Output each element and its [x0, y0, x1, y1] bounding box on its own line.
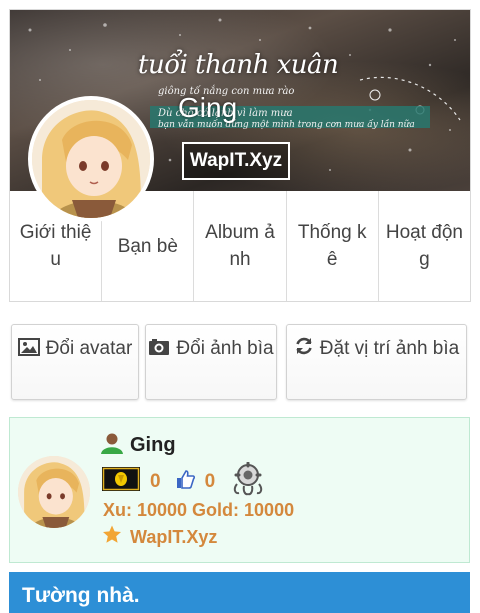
cover-caption-title: tuổi thanh xuân — [138, 50, 339, 80]
user-avatar-small[interactable] — [18, 456, 90, 528]
set-cover-position-button[interactable]: Đặt vị trí ảnh bìa — [286, 324, 467, 400]
refresh-icon — [294, 336, 314, 364]
thumbs-up-icon[interactable] — [175, 469, 195, 494]
camera-icon — [148, 337, 170, 364]
change-cover-button[interactable]: Đổi ảnh bìa — [145, 324, 277, 400]
profile-actions: Đổi avatar Đổi ảnh bìa Đặt vị trí ảnh bì… — [11, 324, 468, 402]
user-stats-row: 0 0 — [102, 461, 267, 501]
username[interactable]: Ging — [130, 434, 176, 457]
profile-card: tuổi thanh xuân giông tố nắng con mưa rà… — [9, 9, 471, 302]
likes-count: 0 — [204, 470, 216, 492]
change-avatar-label: Đổi avatar — [45, 338, 133, 359]
posts-count: 0 — [150, 470, 161, 492]
change-avatar-button[interactable]: Đổi avatar — [11, 324, 139, 400]
user-name-row: Ging — [100, 432, 176, 459]
wall-section-header: Tường nhà. — [9, 572, 470, 613]
avatar-illustration — [18, 456, 90, 528]
profile-display-name: Ging — [178, 92, 238, 123]
site-badge: WapIT.Xyz — [182, 142, 290, 180]
user-icon — [100, 432, 124, 459]
image-icon — [17, 337, 40, 364]
gear-icon[interactable] — [229, 461, 267, 501]
user-info-box: Ging 0 0 Xu: 10000 Gold: 10000 WapIT.Xyz — [9, 417, 470, 563]
user-site-link[interactable]: WapIT.Xyz — [130, 527, 217, 548]
currency-balance: Xu: 10000 Gold: 10000 — [103, 500, 295, 520]
tab-activity[interactable]: Hoạt động — [379, 191, 470, 301]
change-cover-label: Đổi ảnh bìa — [176, 338, 274, 359]
set-cover-position-label: Đặt vị trí ảnh bìa — [319, 338, 460, 359]
profile-avatar[interactable] — [28, 96, 154, 222]
tab-statistics[interactable]: Thống kê — [287, 191, 379, 301]
medal-icon — [102, 467, 140, 496]
tab-album[interactable]: Album ảnh — [194, 191, 287, 301]
user-site-row: WapIT.Xyz — [102, 525, 217, 549]
avatar-illustration — [32, 100, 150, 218]
star-icon — [102, 525, 122, 549]
